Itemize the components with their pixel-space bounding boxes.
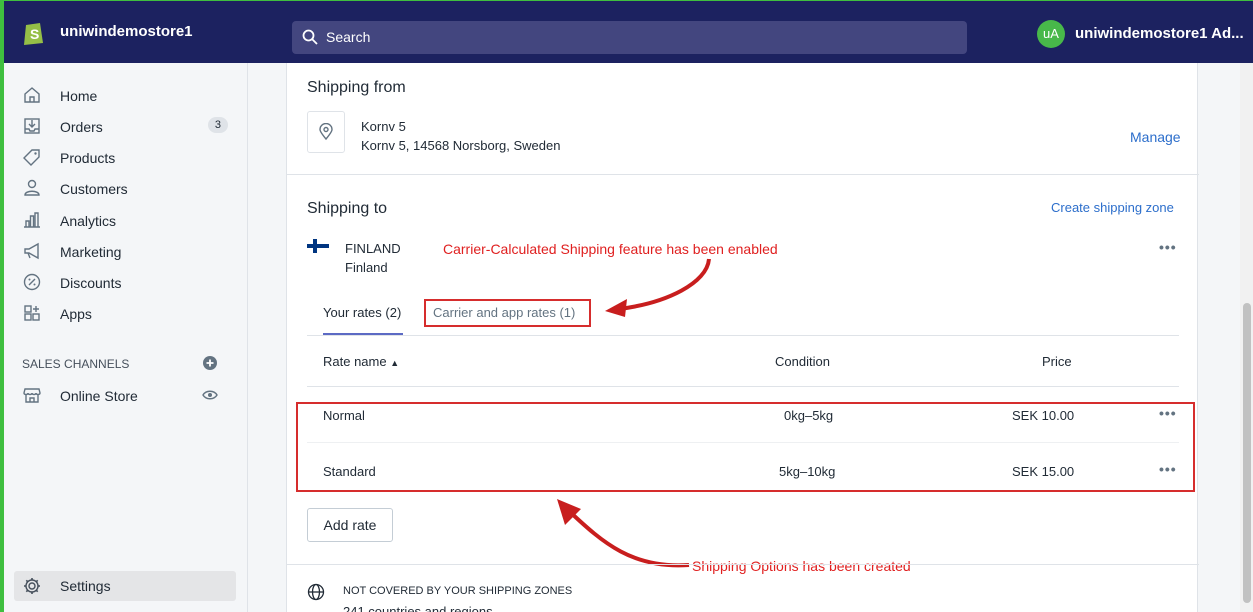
user-name[interactable]: uniwindemostore1 Ad... (1075, 25, 1244, 42)
megaphone-icon (24, 242, 39, 260)
table-header-divider (307, 386, 1179, 387)
orders-icon (24, 118, 40, 134)
top-bar: S uniwindemostore1 Search uA uniwindemos… (0, 0, 1253, 63)
sidebar-item-label: Marketing (60, 244, 122, 260)
condition-column-header: Condition (775, 354, 830, 369)
create-shipping-zone-link[interactable]: Create shipping zone (1051, 200, 1174, 215)
sidebar-item-analytics[interactable]: Analytics (22, 208, 232, 232)
sort-ascending-icon: ▲ (390, 358, 400, 368)
store-name[interactable]: uniwindemostore1 (60, 23, 193, 40)
location-address: Kornv 5, 14568 Norsborg, Sweden (361, 138, 561, 153)
tab-your-rates[interactable]: Your rates (2) (323, 305, 401, 320)
globe-icon (307, 583, 325, 601)
zone-name: FINLAND (345, 241, 401, 256)
main-content: Shipping from Kornv 5 Kornv 5, 14568 Nor… (248, 63, 1240, 612)
location-name: Kornv 5 (361, 119, 406, 134)
add-rate-button[interactable]: Add rate (307, 508, 393, 542)
discount-icon (23, 273, 41, 291)
bar-chart-icon (24, 212, 40, 228)
shipping-to-title: Shipping to (307, 200, 388, 217)
eye-icon[interactable] (202, 387, 218, 403)
sales-channels-heading: SALES CHANNELS (22, 357, 130, 371)
person-icon (24, 179, 40, 196)
shipping-from-title: Shipping from (307, 79, 406, 96)
gear-icon (24, 578, 40, 594)
sidebar-item-discounts[interactable]: Discounts (22, 270, 232, 294)
sidebar-item-orders[interactable]: Orders 3 (22, 114, 232, 138)
annotation-arrow-icon (557, 499, 690, 568)
scrollbar[interactable] (1240, 63, 1253, 612)
orders-count-badge: 3 (207, 117, 228, 133)
sidebar-item-label: Products (60, 150, 116, 166)
location-pin-icon (319, 123, 333, 141)
search-input[interactable]: Search (292, 21, 967, 54)
tabs-divider (307, 335, 1179, 336)
sidebar-item-products[interactable]: Products (22, 145, 232, 169)
sidebar-item-label: Home (60, 88, 98, 104)
sidebar-item-label: Apps (60, 306, 92, 322)
sidebar-item-marketing[interactable]: Marketing (22, 239, 232, 263)
search-icon (302, 29, 318, 45)
svg-text:S: S (30, 26, 39, 42)
sidebar-item-label: Orders (60, 119, 103, 135)
not-covered-title: NOT COVERED BY YOUR SHIPPING ZONES (343, 585, 573, 597)
shopify-logo-icon[interactable]: S (20, 19, 48, 47)
search-placeholder: Search (326, 29, 371, 45)
sidebar-item-label: Analytics (60, 213, 117, 229)
tag-icon (23, 149, 40, 166)
shipping-card: Shipping from Kornv 5 Kornv 5, 14568 Nor… (286, 63, 1199, 612)
annotation-rates-box (296, 402, 1195, 492)
apps-icon (24, 305, 40, 321)
sidebar-item-customers[interactable]: Customers (22, 176, 232, 200)
add-sales-channel-icon[interactable] (202, 355, 218, 371)
store-icon (23, 388, 41, 403)
section-divider (287, 174, 1199, 175)
zone-more-actions-button[interactable]: ••• (1159, 239, 1177, 255)
sidebar-item-label: Customers (60, 181, 128, 197)
location-icon-box (307, 111, 345, 153)
sidebar-item-apps[interactable]: Apps (22, 301, 232, 325)
sidebar-item-online-store[interactable]: Online Store (22, 383, 232, 407)
annotation-options-created: Shipping Options has been created (692, 558, 911, 574)
scrollbar-thumb[interactable] (1243, 303, 1251, 603)
price-column-header: Price (1042, 354, 1072, 369)
home-icon (24, 87, 40, 103)
finland-flag-icon (307, 239, 329, 253)
sidebar: Home Orders 3 Products Customers Analyti… (0, 63, 248, 612)
annotation-highlight-box (424, 299, 591, 327)
section-divider (287, 564, 1199, 565)
manage-location-link[interactable]: Manage (1130, 129, 1181, 145)
rate-name-column-header[interactable]: Rate name ▲ (323, 354, 399, 369)
sidebar-item-label: Discounts (60, 275, 122, 291)
avatar[interactable]: uA (1037, 20, 1065, 48)
sidebar-item-home[interactable]: Home (22, 83, 232, 107)
not-covered-subtitle[interactable]: 241 countries and regions (343, 604, 493, 612)
annotation-arrow-icon (605, 258, 711, 317)
sidebar-item-settings[interactable]: Settings (14, 571, 236, 601)
zone-country: Finland (345, 260, 388, 275)
sidebar-item-label: Online Store (60, 388, 138, 404)
sidebar-item-label: Settings (60, 578, 111, 594)
rate-name-label: Rate name (323, 354, 387, 369)
